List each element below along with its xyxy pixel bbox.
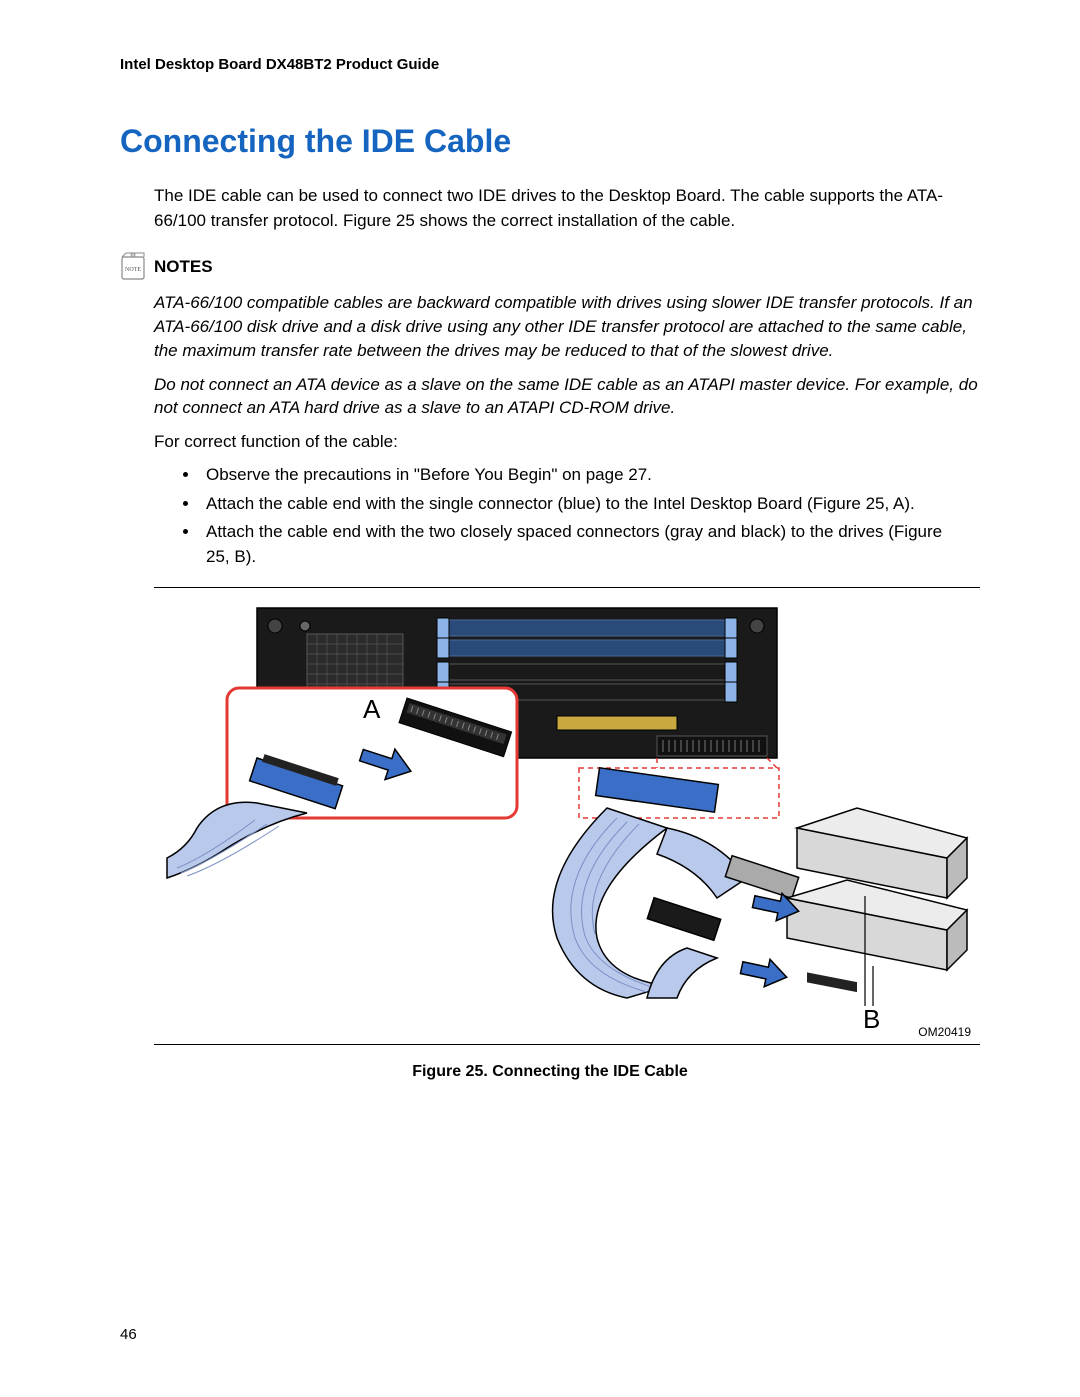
- figure-caption: Figure 25. Connecting the IDE Cable: [120, 1063, 980, 1081]
- notes-heading: NOTES: [154, 251, 213, 277]
- running-header: Intel Desktop Board DX48BT2 Product Guid…: [120, 56, 980, 73]
- page-title: Connecting the IDE Cable: [120, 123, 980, 160]
- page-number: 46: [120, 1326, 137, 1343]
- svg-text:NOTE: NOTE: [125, 267, 141, 273]
- list-item: Observe the precautions in "Before You B…: [200, 463, 970, 488]
- instruction-lead: For correct function of the cable:: [154, 430, 980, 455]
- figure-label-b: B: [863, 1004, 880, 1034]
- figure-container: A: [154, 587, 980, 1045]
- list-item: Attach the cable end with the single con…: [200, 492, 970, 517]
- figure-code: OM20419: [918, 1025, 971, 1038]
- figure-illustration: A: [154, 598, 980, 1038]
- list-item: Attach the cable end with the two closel…: [200, 520, 970, 569]
- note-paragraph-1: ATA-66/100 compatible cables are backwar…: [154, 291, 980, 362]
- note-icon: NOTE: [120, 251, 146, 281]
- figure-label-a: A: [363, 694, 381, 724]
- instruction-list: Observe the precautions in "Before You B…: [200, 463, 970, 570]
- note-paragraph-2: Do not connect an ATA device as a slave …: [154, 373, 980, 421]
- intro-paragraph: The IDE cable can be used to connect two…: [154, 184, 980, 233]
- notes-header-row: NOTE NOTES: [120, 251, 980, 281]
